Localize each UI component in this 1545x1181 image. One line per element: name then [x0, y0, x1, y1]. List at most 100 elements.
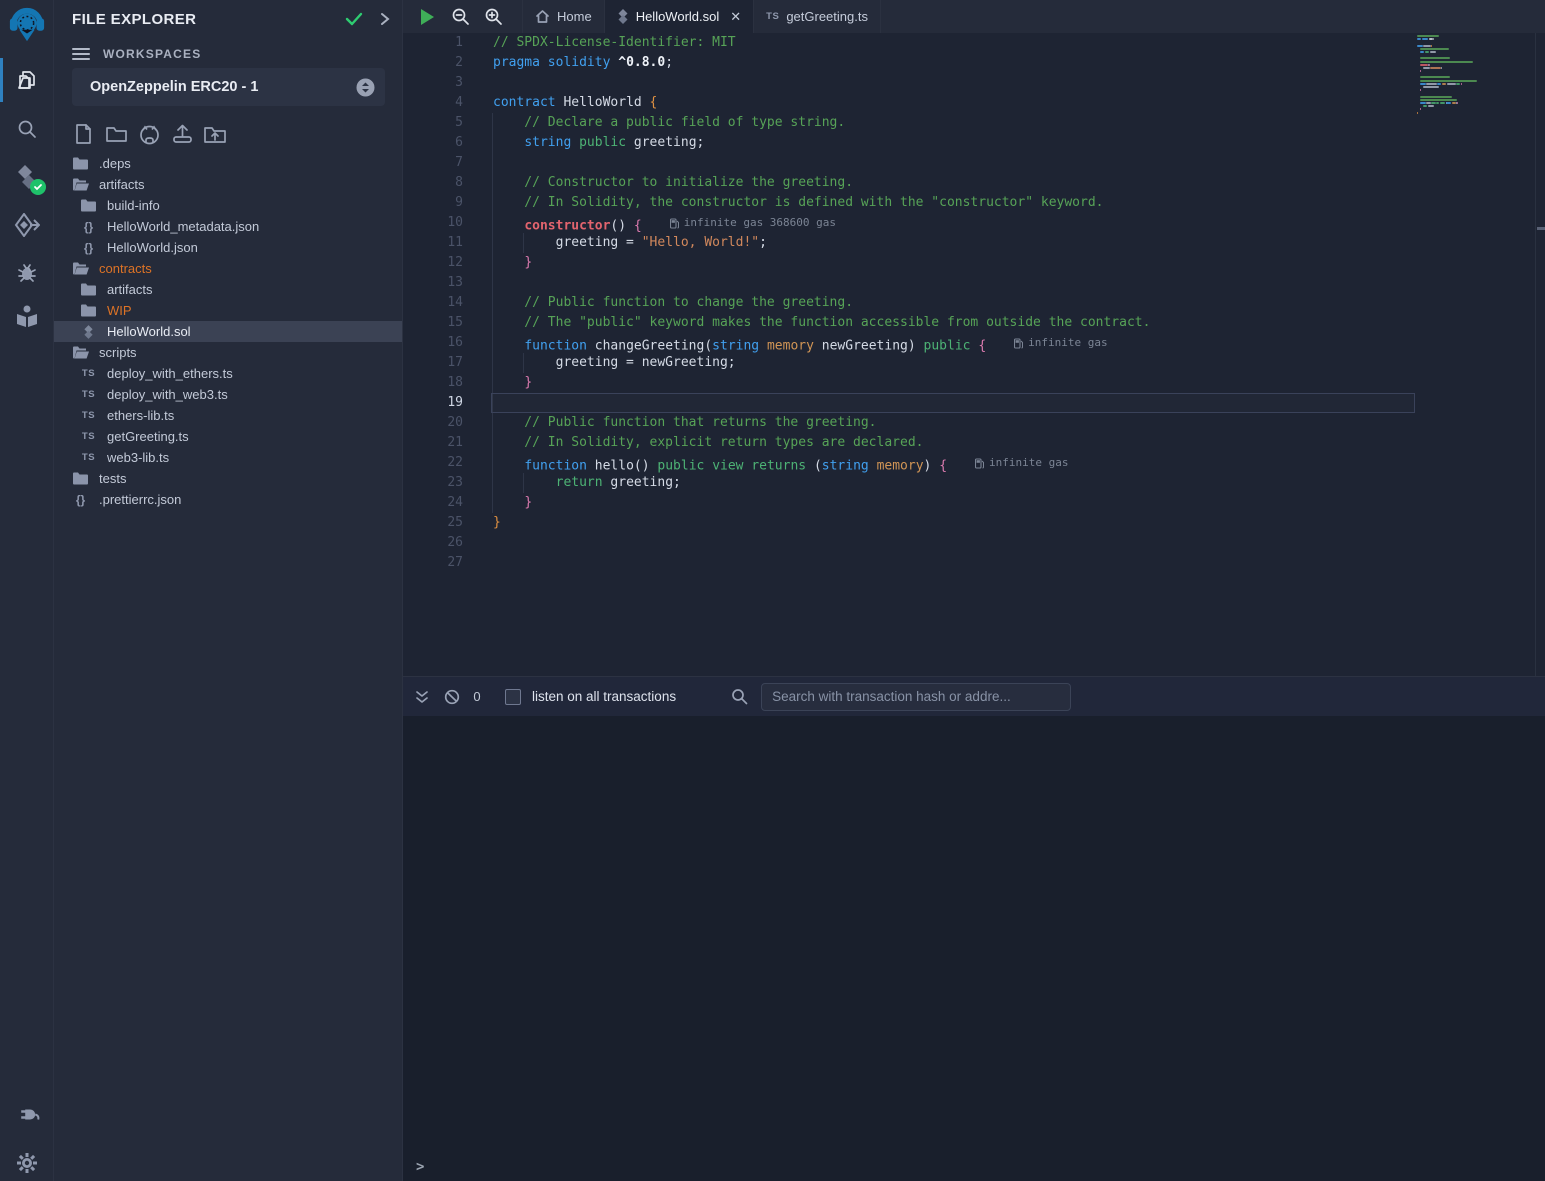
home-icon	[535, 9, 550, 24]
workspace-select-toggle-icon	[356, 78, 375, 97]
new-file-button[interactable]	[72, 123, 94, 145]
folder-icon	[81, 283, 96, 296]
typescript-file-icon: TS	[80, 410, 97, 421]
upload-file-button[interactable]	[171, 123, 193, 145]
run-script-button[interactable]	[411, 0, 444, 33]
folder-icon	[81, 199, 96, 212]
activity-item-search[interactable]	[0, 107, 54, 151]
expand-terminal-button[interactable]	[407, 690, 437, 704]
tree-item-deploy-with-web3-ts[interactable]: TSdeploy_with_web3.ts	[54, 384, 402, 405]
workspaces-menu-icon[interactable]	[72, 48, 90, 60]
tree-item-label: deploy_with_ethers.ts	[107, 366, 233, 381]
listen-transactions-label[interactable]: listen on all transactions	[532, 689, 676, 704]
tree-item-web3-lib-ts[interactable]: TSweb3-lib.ts	[54, 447, 402, 468]
close-tab-icon[interactable]: ✕	[730, 9, 741, 25]
tree-item-helloworld-sol[interactable]: HelloWorld.sol	[54, 321, 402, 342]
activity-item-solidity-compiler[interactable]	[0, 155, 54, 199]
tree-item-helloworld-metadata-json[interactable]: {}HelloWorld_metadata.json	[54, 216, 402, 237]
zoom-in-button[interactable]	[477, 0, 510, 33]
activity-item-deploy-run[interactable]	[0, 203, 54, 247]
activity-item-settings[interactable]	[0, 1141, 54, 1181]
tree-item-artifacts[interactable]: artifacts	[54, 279, 402, 300]
zoom-in-icon	[484, 7, 503, 26]
line-number: 21	[403, 433, 463, 453]
tree-item-label: HelloWorld.sol	[107, 324, 191, 339]
upload-folder-icon	[204, 125, 226, 144]
tree-item--prettierrc-json[interactable]: {}.prettierrc.json	[54, 489, 402, 510]
tree-item-getgreeting-ts[interactable]: TSgetGreeting.ts	[54, 426, 402, 447]
code-line: // Declare a public field of type string…	[493, 113, 1150, 133]
transaction-count: 0	[467, 689, 487, 704]
solidity-file-icon	[83, 325, 94, 339]
tree-item-scripts[interactable]: scripts	[54, 342, 402, 363]
tree-item-helloworld-json[interactable]: {}HelloWorld.json	[54, 237, 402, 258]
remix-logo-icon	[8, 5, 46, 45]
minimap[interactable]	[1417, 35, 1534, 121]
gas-pump-icon	[1014, 338, 1023, 349]
tree-item-label: artifacts	[99, 177, 145, 192]
tree-item-label: .deps	[99, 156, 131, 171]
tree-item-label: HelloWorld.json	[107, 240, 198, 255]
tree-item-wip[interactable]: WIP	[54, 300, 402, 321]
code-line	[493, 273, 1150, 293]
code-line: // SPDX-License-Identifier: MIT	[493, 33, 1150, 53]
tree-item-tests[interactable]: tests	[54, 468, 402, 489]
code-line	[493, 533, 1150, 553]
scrollbar-track[interactable]	[1535, 33, 1536, 676]
terminal-search-input[interactable]	[761, 683, 1071, 711]
code-line: greeting = "Hello, World!";	[493, 233, 1150, 253]
remix-logo[interactable]	[0, 3, 54, 47]
activity-item-debugger[interactable]	[0, 250, 54, 294]
tab-helloworld-sol[interactable]: HelloWorld.sol ✕	[605, 0, 754, 33]
workspace-ok-check-icon[interactable]	[344, 11, 364, 27]
tree-item-contracts[interactable]: contracts	[54, 258, 402, 279]
deploy-run-icon	[14, 213, 40, 237]
terminal-output[interactable]: >	[403, 716, 1545, 1181]
line-number: 15	[403, 313, 463, 333]
line-number: 20	[403, 413, 463, 433]
tree-item-label: getGreeting.ts	[107, 429, 189, 444]
code-line: }	[493, 493, 1150, 513]
line-number: 6	[403, 133, 463, 153]
code-line: constructor() {infinite gas 368600 gas	[493, 213, 1150, 233]
solidity-file-icon	[617, 9, 629, 24]
bug-icon	[15, 260, 39, 284]
line-number: 5	[403, 113, 463, 133]
activity-item-file-explorer[interactable]	[0, 58, 54, 102]
tree-item--deps[interactable]: .deps	[54, 153, 402, 174]
terminal-prompt: >	[416, 1159, 424, 1175]
zoom-out-button[interactable]	[444, 0, 477, 33]
tab-home[interactable]: Home	[522, 0, 605, 33]
activity-item-plugin-manager[interactable]	[0, 1092, 54, 1136]
upload-folder-button[interactable]	[204, 123, 226, 145]
tree-item-label: deploy_with_web3.ts	[107, 387, 228, 402]
tree-item-label: tests	[99, 471, 126, 486]
activity-item-learneth[interactable]	[0, 294, 54, 338]
search-icon	[15, 117, 39, 141]
tree-item-ethers-lib-ts[interactable]: TSethers-lib.ts	[54, 405, 402, 426]
code-line: // Public function that returns the gree…	[493, 413, 1150, 433]
workspace-select[interactable]: OpenZeppelin ERC20 - 1	[72, 68, 385, 106]
tree-item-build-info[interactable]: build-info	[54, 195, 402, 216]
tree-item-artifacts[interactable]: artifacts	[54, 174, 402, 195]
code-line: function hello() public view returns (st…	[493, 453, 1150, 473]
code-editor[interactable]: 1234567891011121314151617181920212223242…	[403, 33, 1545, 676]
clear-console-button[interactable]	[437, 689, 467, 705]
learneth-icon	[14, 303, 40, 329]
code-line: contract HelloWorld {	[493, 93, 1150, 113]
file-tree: .deps artifacts build-info{}HelloWorld_met…	[54, 153, 402, 510]
gas-annotation: infinite gas 368600 gas	[670, 213, 836, 233]
clone-github-button[interactable]	[138, 123, 160, 145]
line-number: 24	[403, 493, 463, 513]
new-folder-button[interactable]	[105, 123, 127, 145]
chevron-right-icon[interactable]	[380, 12, 390, 26]
code-line: pragma solidity ^0.8.0;	[493, 53, 1150, 73]
tree-item-label: artifacts	[107, 282, 153, 297]
listen-transactions-checkbox[interactable]	[505, 689, 521, 705]
line-number: 23	[403, 473, 463, 493]
line-number: 1	[403, 33, 463, 53]
tree-item-deploy-with-ethers-ts[interactable]: TSdeploy_with_ethers.ts	[54, 363, 402, 384]
tab-getgreeting-ts[interactable]: TS getGreeting.ts	[754, 0, 881, 33]
plug-icon	[9, 1096, 44, 1131]
folder-open-icon	[73, 178, 89, 191]
